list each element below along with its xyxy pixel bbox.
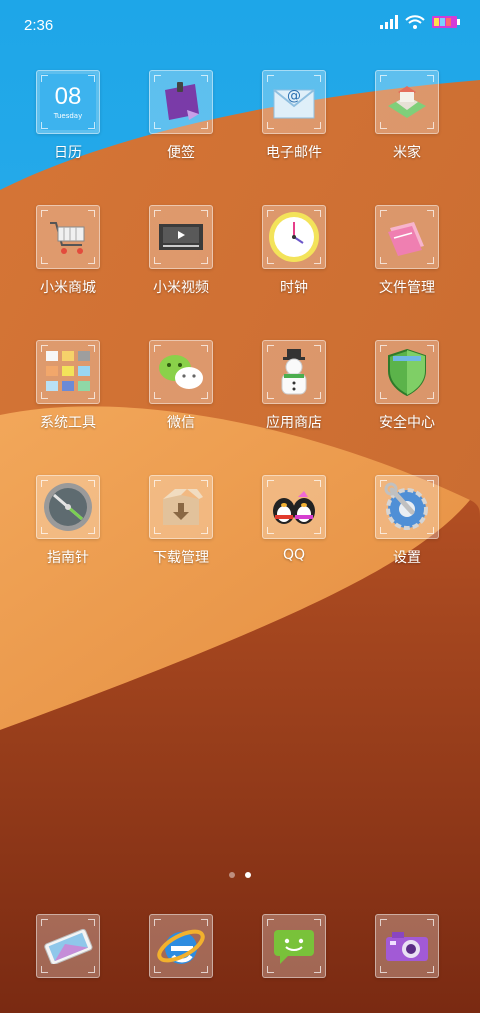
- app-label: 指南针: [47, 550, 89, 566]
- page-indicator[interactable]: [0, 872, 480, 878]
- mijia-home-icon[interactable]: [375, 70, 439, 134]
- download-box-icon[interactable]: [149, 475, 213, 539]
- video-player-icon[interactable]: [149, 205, 213, 269]
- app-label: 电子邮件: [266, 145, 322, 161]
- dock-messages[interactable]: [239, 914, 349, 984]
- app-qq[interactable]: QQ: [239, 475, 349, 595]
- page-dot-active[interactable]: [245, 872, 251, 878]
- svg-text:@: @: [287, 88, 301, 104]
- app-label: 日历: [54, 145, 82, 161]
- app-label: 时钟: [280, 280, 308, 296]
- app-label: 安全中心: [379, 415, 435, 431]
- app-label: 文件管理: [379, 280, 435, 296]
- messages-icon[interactable]: [262, 914, 326, 978]
- app-label: 微信: [167, 415, 195, 431]
- calendar-day: 08: [54, 82, 82, 110]
- app-store-icon[interactable]: [262, 340, 326, 404]
- camera-icon[interactable]: [375, 914, 439, 978]
- app-notes[interactable]: 便签: [126, 70, 236, 190]
- clock-icon[interactable]: [262, 205, 326, 269]
- dock-phone[interactable]: [13, 914, 123, 984]
- app-downloads[interactable]: 下载管理: [126, 475, 236, 595]
- app-settings[interactable]: 设置: [352, 475, 462, 595]
- settings-icon[interactable]: [375, 475, 439, 539]
- calendar-icon[interactable]: 08 Tuesday: [36, 70, 100, 134]
- app-calendar[interactable]: 08 Tuesday 日历: [13, 70, 123, 190]
- app-label: 应用商店: [266, 415, 322, 431]
- app-system-tools[interactable]: 系统工具: [13, 340, 123, 460]
- folder-icon[interactable]: [375, 205, 439, 269]
- app-security[interactable]: 安全中心: [352, 340, 462, 460]
- app-label: 米家: [393, 145, 421, 161]
- app-label: 设置: [393, 550, 421, 566]
- notes-icon[interactable]: [149, 70, 213, 134]
- email-icon[interactable]: @: [262, 70, 326, 134]
- browser-icon[interactable]: [149, 914, 213, 978]
- app-label: QQ: [282, 547, 306, 563]
- app-file-manager[interactable]: 文件管理: [352, 205, 462, 325]
- app-label: 小米商城: [40, 280, 96, 296]
- app-clock[interactable]: 时钟: [239, 205, 349, 325]
- dock-browser[interactable]: [126, 914, 236, 984]
- dock-camera[interactable]: [352, 914, 462, 984]
- app-label: 便签: [167, 145, 195, 161]
- app-email[interactable]: @ 电子邮件: [239, 70, 349, 190]
- calendar-weekday: Tuesday: [53, 111, 83, 120]
- app-wechat[interactable]: 微信: [126, 340, 236, 460]
- page-dot[interactable]: [229, 872, 235, 878]
- compass-icon[interactable]: [36, 475, 100, 539]
- app-mijia[interactable]: 米家: [352, 70, 462, 190]
- tools-folder-icon[interactable]: [36, 340, 100, 404]
- wechat-icon[interactable]: [149, 340, 213, 404]
- app-compass[interactable]: 指南针: [13, 475, 123, 595]
- app-mi-store[interactable]: 小米商城: [13, 205, 123, 325]
- shield-icon[interactable]: [375, 340, 439, 404]
- app-label: 系统工具: [40, 415, 96, 431]
- app-app-store[interactable]: 应用商店: [239, 340, 349, 460]
- app-grid: 08 Tuesday 日历 便签 @ 电子邮件 米家 小米商城 小米视频 时钟 …: [0, 0, 480, 1013]
- shopping-cart-icon[interactable]: [36, 205, 100, 269]
- app-label: 下载管理: [153, 550, 209, 566]
- phone-icon[interactable]: [36, 914, 100, 978]
- app-label: 小米视频: [153, 280, 209, 296]
- app-mi-video[interactable]: 小米视频: [126, 205, 236, 325]
- qq-penguin-icon[interactable]: [262, 475, 326, 539]
